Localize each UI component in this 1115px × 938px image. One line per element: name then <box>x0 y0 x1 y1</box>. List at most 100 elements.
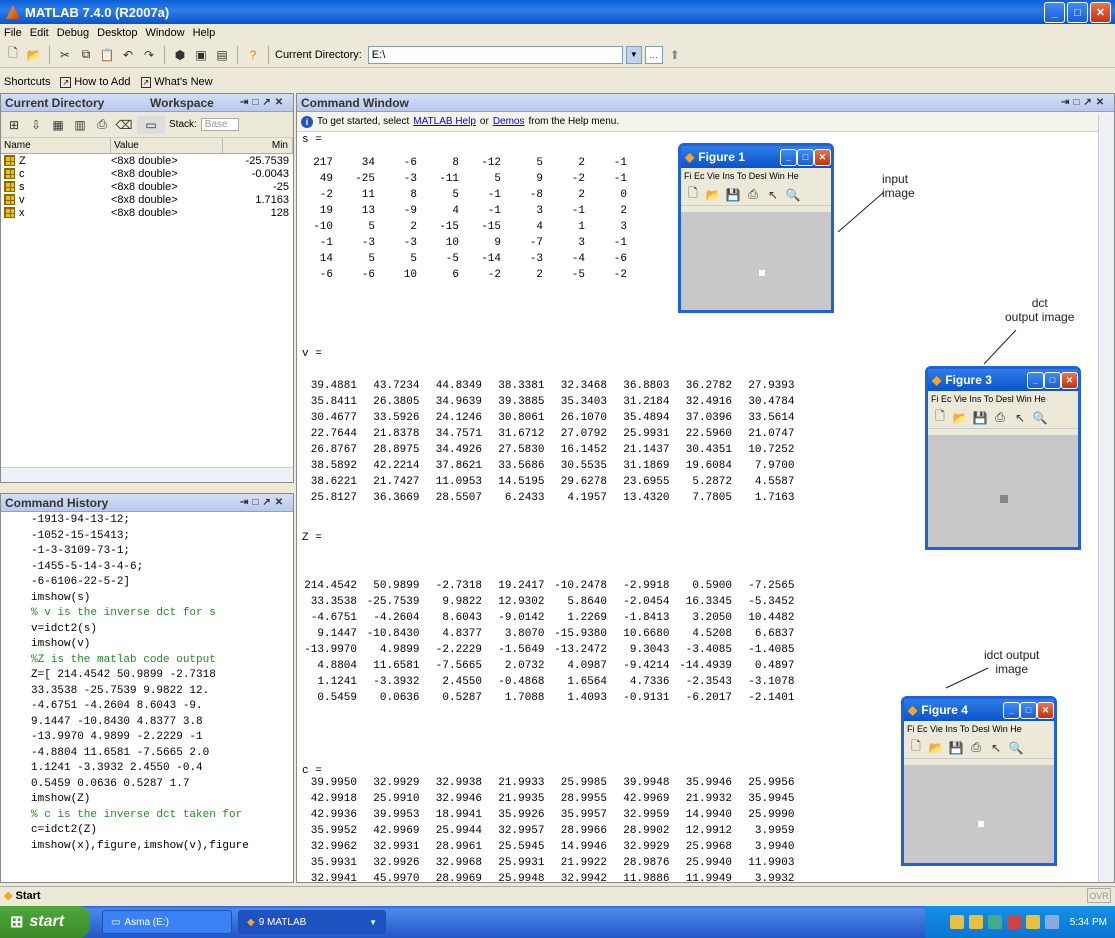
menu-edit[interactable]: Edit <box>30 27 49 39</box>
guide-icon[interactable]: ▣ <box>192 46 210 64</box>
workspace-row[interactable]: s <8x8 double> -25 <box>1 180 293 193</box>
menu-help[interactable]: Help <box>193 27 216 39</box>
print-icon[interactable]: ⎙ <box>93 116 111 134</box>
history-item[interactable]: -13.9970 4.9899 -2.2229 -1 <box>1 731 293 747</box>
history-item[interactable]: 9.1447 -10.8430 4.8377 3.8 <box>1 716 293 732</box>
minimize-button[interactable]: _ <box>1003 701 1020 719</box>
chevron-down-icon[interactable]: ▼ <box>625 45 642 64</box>
save-icon[interactable]: ▦ <box>49 116 67 134</box>
history-item[interactable]: 33.3538 -25.7539 9.9822 12. <box>1 685 293 701</box>
taskbar-item-asma[interactable]: ▭ Asma (E:) <box>102 910 232 934</box>
help-icon[interactable]: ? <box>244 46 262 64</box>
windows-start-button[interactable]: ⊞ start <box>0 906 90 938</box>
history-item[interactable]: % c is the inverse dct taken for <box>1 809 293 825</box>
col-name[interactable]: Name <box>1 138 111 153</box>
history-item[interactable]: -1455-5-14-3-4-6; <box>1 561 293 577</box>
plot-icon[interactable]: ▭ <box>137 115 165 134</box>
tab-current-directory[interactable]: Current Directory <box>5 96 150 110</box>
history-item[interactable]: -4.6751 -4.2604 8.6043 -9. <box>1 700 293 716</box>
open-folder-icon[interactable]: 📂 <box>25 46 43 64</box>
whats-new-link[interactable]: ↗ What's New <box>140 76 213 88</box>
tray-app-icon[interactable] <box>1025 915 1040 929</box>
close-button[interactable]: ✕ <box>814 148 831 166</box>
import-data-icon[interactable]: ⇩ <box>27 116 45 134</box>
zoom-icon[interactable]: 🔍 <box>1007 739 1025 757</box>
new-file-icon[interactable]: 🗋 <box>684 186 702 204</box>
tray-volume-icon[interactable] <box>987 915 1002 929</box>
workspace-row[interactable]: c <8x8 double> -0.0043 <box>1 167 293 180</box>
figure-4-window[interactable]: ◆ Figure 4 _ □ ✕ Fi Ec Vie Ins To Desl Win… <box>901 696 1057 866</box>
save-icon[interactable]: 💾 <box>947 739 965 757</box>
undo-icon[interactable]: ↶ <box>119 46 137 64</box>
new-variable-icon[interactable]: ⊞ <box>5 116 23 134</box>
tray-security-icon[interactable] <box>1006 915 1021 929</box>
zoom-icon[interactable]: 🔍 <box>784 186 802 204</box>
vertical-scrollbar[interactable] <box>1098 114 1114 882</box>
maximize-button[interactable]: □ <box>1044 371 1061 389</box>
tray-display-icon[interactable] <box>1044 915 1059 929</box>
cut-icon[interactable]: ✂ <box>56 46 74 64</box>
print-icon[interactable]: ⎙ <box>967 739 985 757</box>
redo-icon[interactable]: ↷ <box>140 46 158 64</box>
history-item[interactable]: %Z is the matlab code output <box>1 654 293 670</box>
print-icon[interactable]: ⎙ <box>744 186 762 204</box>
minimize-button[interactable]: _ <box>780 148 797 166</box>
close-button[interactable]: ✕ <box>1061 371 1078 389</box>
maximize-button[interactable]: □ <box>1020 701 1037 719</box>
new-file-icon[interactable]: 🗋 <box>931 409 949 427</box>
panel-controls[interactable]: ⇥□↗✕ <box>240 497 287 508</box>
simulink-icon[interactable]: ⬢ <box>171 46 189 64</box>
copy-icon[interactable]: ⧉ <box>77 46 95 64</box>
stack-select[interactable]: Base <box>200 118 239 131</box>
pointer-icon[interactable]: ↖ <box>987 739 1005 757</box>
figure-menu[interactable]: Fi Ec Vie Ins To Desl Win He <box>904 721 1054 737</box>
delete-icon[interactable]: ⌫ <box>115 116 133 134</box>
how-to-add-link[interactable]: ↗ How to Add <box>60 76 131 88</box>
history-item[interactable]: imshow(v) <box>1 638 293 654</box>
history-item[interactable]: -1-3-3109-73-1; <box>1 545 293 561</box>
parent-folder-icon[interactable]: ⬆ <box>666 46 684 64</box>
history-item[interactable]: -4.8804 11.6581 -7.5665 2.0 <box>1 747 293 763</box>
matlab-start-button[interactable]: ◆ Start <box>4 889 41 902</box>
maximize-button[interactable]: □ <box>1067 2 1088 23</box>
panel-controls[interactable]: ⇥□↗✕ <box>240 97 287 108</box>
tray-help-icon[interactable] <box>949 915 964 929</box>
close-button[interactable]: ✕ <box>1090 2 1111 23</box>
close-button[interactable]: ✕ <box>1037 701 1054 719</box>
history-item[interactable]: imshow(s) <box>1 592 293 608</box>
minimize-button[interactable]: _ <box>1044 2 1065 23</box>
history-item[interactable]: imshow(Z) <box>1 793 293 809</box>
menu-desktop[interactable]: Desktop <box>97 27 137 39</box>
history-item[interactable]: imshow(x),figure,imshow(v),figure <box>1 840 293 856</box>
history-item[interactable]: -1052-15-15413; <box>1 530 293 546</box>
taskbar-item-matlab[interactable]: ◆ 9 MATLAB ▼ <box>238 910 386 934</box>
history-item[interactable]: % v is the inverse dct for s <box>1 607 293 623</box>
browse-folder-icon[interactable]: … <box>644 45 663 64</box>
open-folder-icon[interactable]: 📂 <box>927 739 945 757</box>
history-item[interactable]: 1.1241 -3.3932 2.4550 -0.4 <box>1 762 293 778</box>
profiler-icon[interactable]: ▤ <box>213 46 231 64</box>
pointer-icon[interactable]: ↖ <box>1011 409 1029 427</box>
history-item[interactable]: -6-6106-22-5-2] <box>1 576 293 592</box>
save-icon[interactable]: 💾 <box>724 186 742 204</box>
figure-menu[interactable]: Fi Ec Vie Ins To Desl Win He <box>928 391 1078 407</box>
menu-debug[interactable]: Debug <box>57 27 89 39</box>
history-item[interactable]: -1913-94-13-12; <box>1 514 293 530</box>
save-icon[interactable]: 💾 <box>971 409 989 427</box>
figure-3-window[interactable]: ◆ Figure 3 _ □ ✕ Fi Ec Vie Ins To Desl Win… <box>925 366 1081 550</box>
current-directory-input[interactable] <box>367 45 623 64</box>
col-min[interactable]: Min <box>223 138 293 153</box>
new-file-icon[interactable]: 🗋 <box>4 46 22 64</box>
zoom-icon[interactable]: 🔍 <box>1031 409 1049 427</box>
print-icon[interactable]: ⎙ <box>991 409 1009 427</box>
menu-file[interactable]: File <box>4 27 22 39</box>
workspace-row[interactable]: Z <8x8 double> -25.7539 <box>1 154 293 167</box>
new-file-icon[interactable]: 🗋 <box>907 739 925 757</box>
history-item[interactable]: Z=[ 214.4542 50.9899 -2.7318 <box>1 669 293 685</box>
open-folder-icon[interactable]: 📂 <box>951 409 969 427</box>
tab-workspace[interactable]: Workspace <box>150 96 240 110</box>
figure-1-window[interactable]: ◆ Figure 1 _ □ ✕ Fi Ec Vie Ins To Desl Win… <box>678 143 834 313</box>
workspace-row[interactable]: v <8x8 double> 1.7163 <box>1 193 293 206</box>
menu-window[interactable]: Window <box>145 27 184 39</box>
col-value[interactable]: Value <box>111 138 223 153</box>
